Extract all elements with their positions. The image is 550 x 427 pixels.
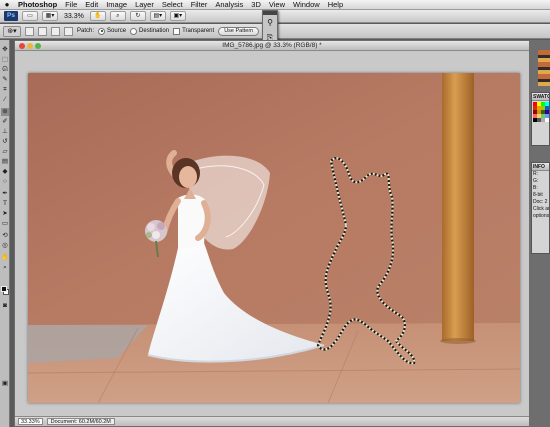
eraser-tool-icon[interactable]: ▱ bbox=[1, 148, 9, 156]
menu-filter[interactable]: Filter bbox=[187, 0, 212, 10]
dodge-tool-icon[interactable]: ○ bbox=[1, 178, 9, 186]
swatch-white[interactable] bbox=[545, 118, 549, 122]
menu-select[interactable]: Select bbox=[158, 0, 187, 10]
destination-label: Destination bbox=[139, 28, 170, 34]
gradient-tool-icon[interactable]: ▤ bbox=[1, 158, 9, 166]
eyedropper-tool-icon[interactable]: ⁄ bbox=[1, 96, 9, 104]
add-to-selection-button[interactable] bbox=[38, 26, 47, 36]
status-document-info[interactable]: Document: 60.2M/60.2M bbox=[46, 418, 115, 425]
radio-source[interactable] bbox=[98, 27, 106, 35]
photoshop-window: ● Photoshop File Edit Image Layer Select… bbox=[0, 0, 550, 427]
lasso-tool-icon[interactable]: ᘏ bbox=[1, 66, 9, 74]
tools-panel: ✥ ⬚ ᘏ ✎ ⌗ ⁄ ⊛ ✐ ⊥ ↺ ▱ ▤ ◆ ○ ✒ T ➤ ▭ ⟲ ◎ … bbox=[0, 40, 10, 427]
move-tool-icon[interactable]: ✥ bbox=[1, 46, 9, 54]
checkbox-transparent[interactable] bbox=[173, 27, 181, 35]
menu-photoshop[interactable]: Photoshop bbox=[14, 0, 61, 10]
menu-view[interactable]: View bbox=[265, 0, 289, 10]
pen-tool-icon[interactable]: ✒ bbox=[1, 190, 9, 198]
info-panel-header[interactable]: INFO bbox=[532, 163, 549, 171]
info-bit-depth: 8-bit bbox=[533, 192, 543, 198]
zoom-tool-button[interactable]: ⌕ bbox=[109, 11, 126, 21]
hand-tool-icon[interactable]: ✋ bbox=[1, 254, 9, 262]
menu-image[interactable]: Image bbox=[102, 0, 131, 10]
menu-window[interactable]: Window bbox=[289, 0, 324, 10]
shape-tool-icon[interactable]: ▭ bbox=[1, 220, 9, 228]
screen-mode-icon[interactable]: ▣ bbox=[1, 380, 9, 388]
crop-tool-icon[interactable]: ⌗ bbox=[1, 86, 9, 94]
patch-tool-icon[interactable]: ⊛ bbox=[1, 108, 9, 116]
wooden-pillar bbox=[442, 73, 474, 341]
rotate-view-button[interactable]: ↻ bbox=[129, 11, 146, 21]
arrange-documents-button[interactable]: ▤▾ bbox=[149, 11, 166, 21]
info-hint-line-2: options bbox=[533, 213, 550, 219]
menu-analysis[interactable]: Analysis bbox=[211, 0, 247, 10]
zoom-tool-icon[interactable]: ⌕ bbox=[1, 264, 9, 272]
type-tool-icon[interactable]: T bbox=[1, 200, 9, 208]
swatches-panel-header[interactable]: SWATCHES bbox=[532, 93, 549, 101]
intersect-selection-button[interactable] bbox=[64, 26, 73, 36]
apple-menu-icon[interactable]: ● bbox=[0, 0, 14, 9]
document-window: IMG_5786.jpg @ 33.3% (RGB/8) * 33.33% Do… bbox=[14, 40, 530, 427]
document-title-bar[interactable]: IMG_5786.jpg @ 33.3% (RGB/8) * bbox=[15, 41, 529, 51]
photoshop-logo: Ps bbox=[4, 11, 18, 21]
info-doc-size: Doc: 2 bbox=[533, 199, 548, 205]
info-b-readout: B: bbox=[533, 185, 538, 191]
wedding-photo bbox=[28, 73, 520, 403]
radio-destination[interactable] bbox=[130, 27, 138, 35]
menu-layer[interactable]: Layer bbox=[131, 0, 158, 10]
menu-help[interactable]: Help bbox=[324, 0, 347, 10]
view-extras-button[interactable]: ▦▾ bbox=[42, 11, 58, 21]
transparent-label: Transparent bbox=[182, 28, 215, 34]
photo-canvas[interactable] bbox=[28, 73, 520, 403]
3d-rotate-tool-icon[interactable]: ⟲ bbox=[1, 232, 9, 240]
subtract-from-selection-button[interactable] bbox=[51, 26, 60, 36]
info-g-readout: G: bbox=[533, 178, 539, 184]
3d-orbit-tool-icon[interactable]: ◎ bbox=[1, 242, 9, 250]
source-label: Source bbox=[107, 28, 127, 34]
blur-tool-icon[interactable]: ◆ bbox=[1, 168, 9, 176]
menu-edit[interactable]: Edit bbox=[81, 0, 102, 10]
patch-source-radio[interactable]: Source bbox=[98, 27, 127, 35]
screen-mode-button[interactable]: ▣▾ bbox=[169, 11, 186, 21]
bride-face bbox=[179, 166, 197, 188]
patch-label: Patch: bbox=[77, 28, 95, 34]
info-r-readout: R: bbox=[533, 171, 538, 177]
brush-tool-icon[interactable]: ✐ bbox=[1, 118, 9, 126]
new-selection-button[interactable] bbox=[25, 26, 34, 36]
quick-mask-icon[interactable]: ◙ bbox=[1, 302, 9, 310]
foreground-color-swatch[interactable] bbox=[1, 286, 7, 292]
status-zoom-field[interactable]: 33.33% bbox=[18, 418, 43, 425]
marquee-tool-icon[interactable]: ⬚ bbox=[1, 56, 9, 64]
tool-preset-picker[interactable]: ⊛▾ bbox=[3, 25, 21, 37]
puppet-tool-icon[interactable]: ⚲ bbox=[263, 15, 277, 30]
document-title: IMG_5786.jpg @ 33.3% (RGB/8) * bbox=[222, 42, 322, 49]
info-hint-line-1: Click an bbox=[533, 206, 550, 212]
swatch-grid[interactable] bbox=[532, 101, 549, 123]
use-pattern-button[interactable]: Use Pattern bbox=[218, 26, 260, 36]
path-selection-tool-icon[interactable]: ➤ bbox=[1, 210, 9, 218]
menu-file[interactable]: File bbox=[61, 0, 81, 10]
history-brush-tool-icon[interactable]: ↺ bbox=[1, 138, 9, 146]
hand-tool-button[interactable]: ✋ bbox=[89, 11, 106, 21]
quick-selection-tool-icon[interactable]: ✎ bbox=[1, 76, 9, 84]
menu-bar: ● Photoshop File Edit Image Layer Select… bbox=[0, 0, 550, 10]
menu-3d[interactable]: 3D bbox=[247, 0, 265, 10]
transparent-checkbox[interactable]: Transparent bbox=[173, 27, 215, 35]
info-panel: INFO R: G: B: 8-bit Doc: 2 Click an opti… bbox=[531, 162, 550, 254]
launch-bridge-button[interactable]: ▭ bbox=[22, 11, 38, 21]
document-status-bar: 33.33% Document: 60.2M/60.2M bbox=[15, 416, 529, 426]
patch-destination-radio[interactable]: Destination bbox=[130, 27, 170, 35]
swatches-panel: SWATCHES bbox=[531, 92, 550, 146]
navigator-thumbnail bbox=[538, 50, 550, 86]
clone-stamp-tool-icon[interactable]: ⊥ bbox=[1, 128, 9, 136]
canvas-area[interactable] bbox=[15, 52, 529, 417]
zoom-level-menu[interactable]: 33.3% bbox=[62, 13, 86, 20]
